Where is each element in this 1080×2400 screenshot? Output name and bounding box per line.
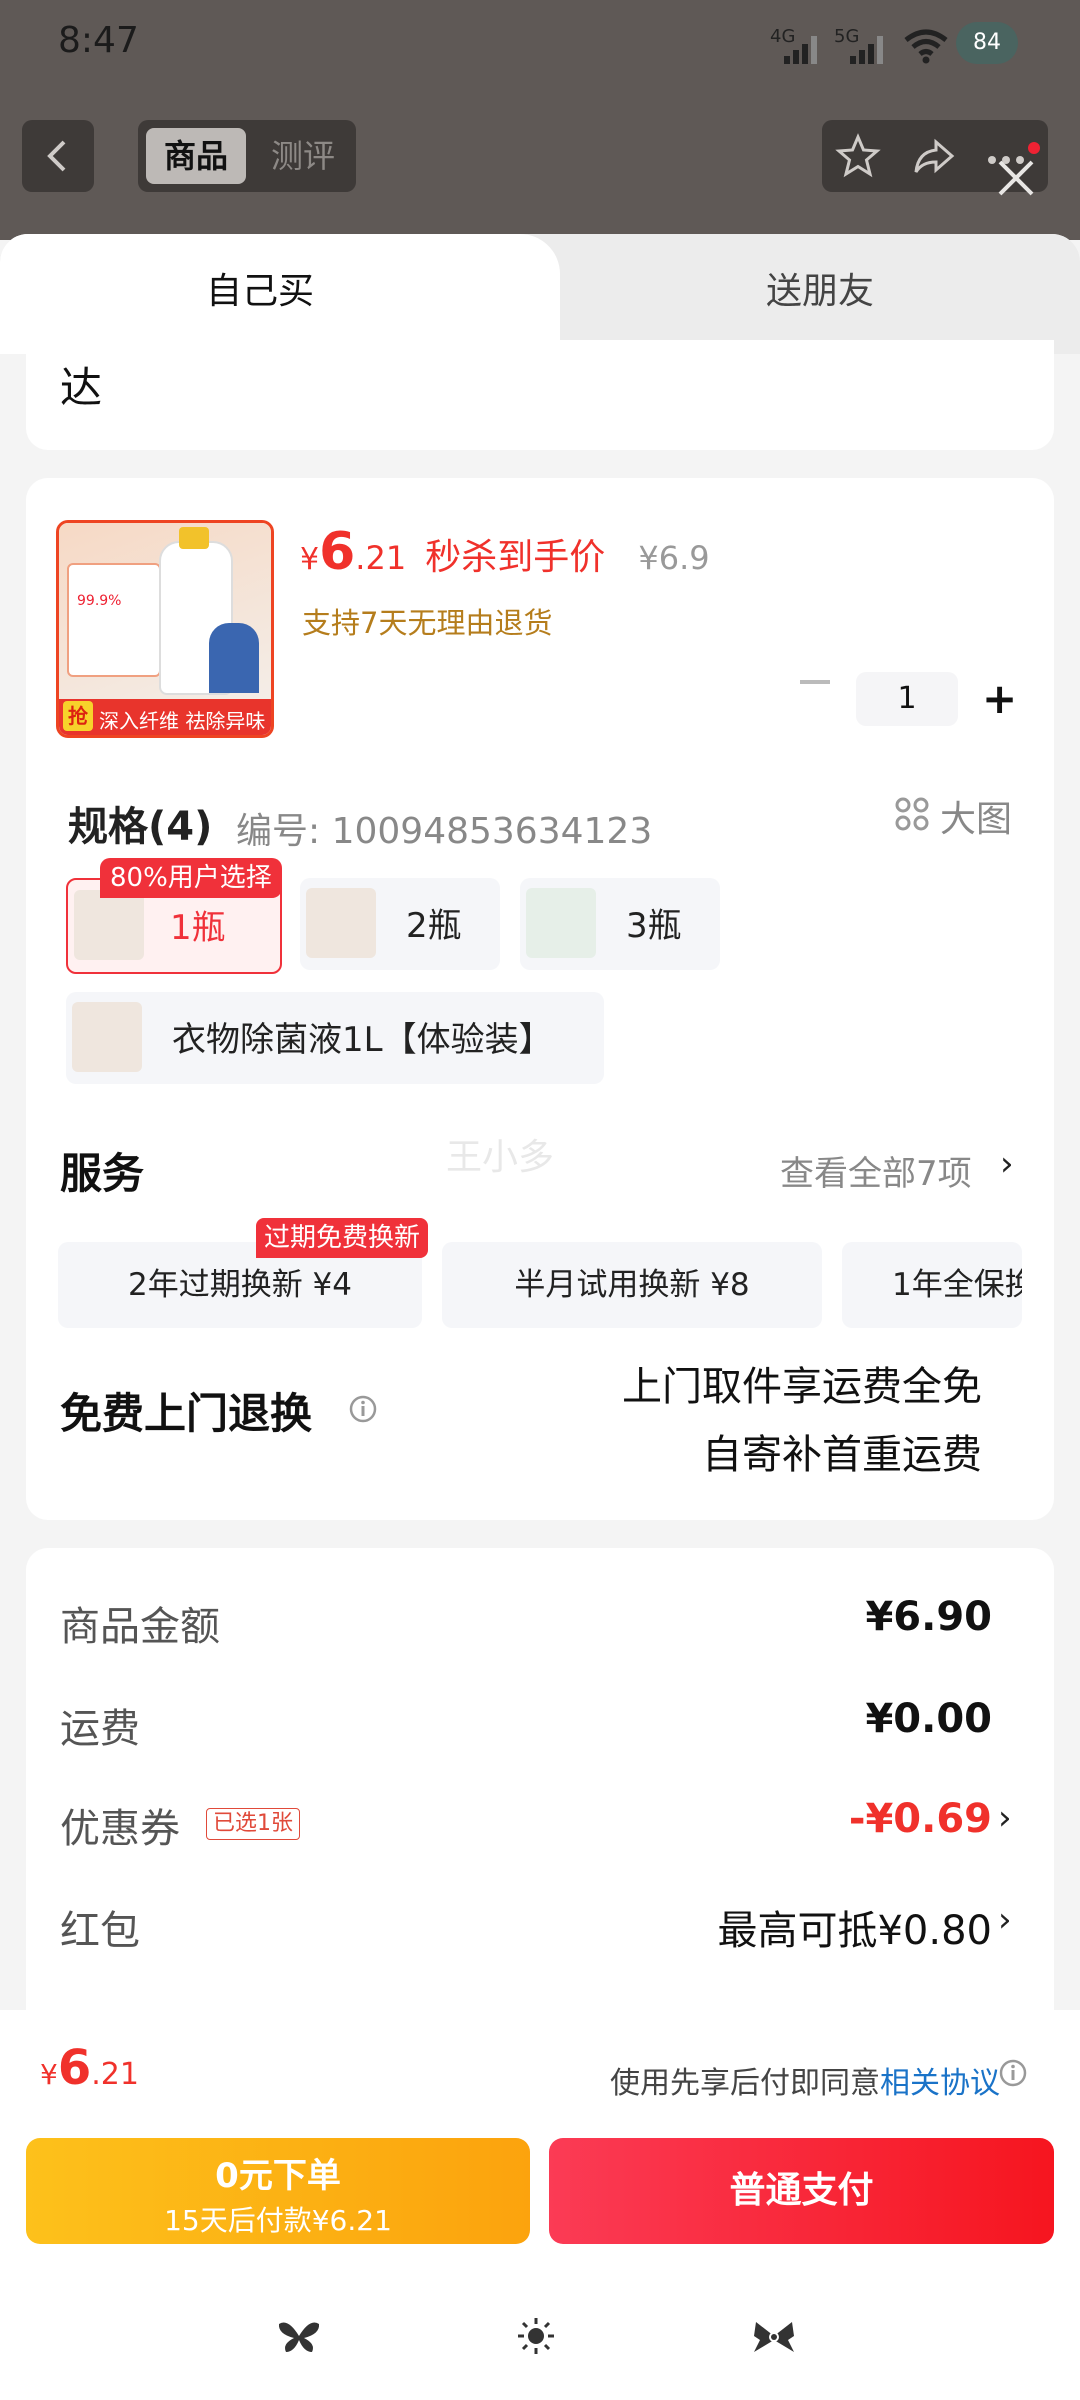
spec-option-2[interactable]: 2瓶 (300, 878, 500, 970)
thumb-grab-badge: 抢 (63, 701, 93, 731)
total-decimal: .21 (91, 2057, 139, 2092)
chevron-left-icon (47, 140, 66, 172)
battery-indicator: 84 (956, 22, 1018, 64)
price-label: 秒杀到手价 (425, 537, 606, 578)
total-currency: ¥ (40, 2058, 58, 2091)
coupon-label: 优惠券 (60, 1806, 180, 1852)
service-free-renew-badge: 过期免费换新 (256, 1218, 429, 1258)
close-icon[interactable] (988, 150, 1044, 206)
spec-title: 规格(4) (68, 804, 213, 850)
spec-option-label: 衣物除菌液1L【体验装】 (172, 1020, 553, 1060)
quantity-input[interactable]: 1 (856, 672, 958, 726)
original-price: ¥6.9 (638, 539, 710, 577)
service-chip-2[interactable]: 半月试用换新 ¥8 (442, 1242, 822, 1328)
spec-option-3[interactable]: 3瓶 (520, 878, 720, 970)
wifi-icon (904, 29, 948, 64)
coupon-value[interactable]: -¥0.69 (849, 1796, 992, 1842)
agreement-prefix: 使用先享后付即同意 (610, 2066, 880, 2101)
status-bar: 8:47 4G 5G 84 (0, 0, 1080, 90)
signal-icon (784, 36, 822, 64)
tab-review[interactable]: 测评 (258, 128, 348, 184)
product-thumbnail[interactable]: 99.9% 抢 深入纤维 祛除异味 (56, 520, 274, 738)
back-button[interactable] (22, 120, 94, 192)
share-icon[interactable] (910, 132, 958, 180)
tab-goods[interactable]: 商品 (146, 128, 246, 184)
spec-option-thumb (526, 888, 596, 958)
popular-choice-badge: 80%用户选择 (100, 858, 282, 898)
info-icon[interactable] (348, 1394, 378, 1424)
quantity-decrease-button[interactable] (800, 680, 830, 684)
tab-gift[interactable]: 送朋友 (620, 262, 1020, 314)
service-chip-3-label: 1年全保换新 (892, 1267, 1022, 1303)
chevron-right-icon[interactable]: › (998, 1798, 1012, 1838)
pay-later-button[interactable]: 0元下单 15天后付款¥6.21 (26, 2138, 530, 2244)
redpacket-value[interactable]: 最高可抵¥0.80 (717, 1898, 992, 1956)
tab-self-buy[interactable]: 自己买 (0, 234, 560, 354)
shipping-value: ¥0.00 (865, 1696, 992, 1742)
brightness-icon[interactable] (516, 2316, 556, 2356)
chevron-right-icon[interactable]: › (1000, 1144, 1014, 1184)
thumb-bubble: 99.9% (77, 593, 122, 609)
free-return-line1: 上门取件享运费全免 (622, 1364, 982, 1410)
watermark-text: 王小多 (446, 1137, 555, 1178)
agreement-text: 使用先享后付即同意相关协议 (610, 2058, 1000, 2102)
service-chip-3[interactable]: 1年全保换新 (842, 1242, 1022, 1328)
signal-icon-2 (850, 36, 888, 64)
tab-self-buy-label: 自己买 (205, 271, 314, 312)
price-line: ¥6.21 秒杀到手价 ¥6.9 (300, 522, 710, 582)
spec-option-thumb (72, 1002, 142, 1072)
bow-icon[interactable] (752, 2318, 796, 2356)
spec-option-thumb (74, 890, 144, 960)
total-price: ¥6.21 (40, 2040, 139, 2096)
spec-option-thumb (306, 888, 376, 958)
chevron-right-icon[interactable]: › (998, 1900, 1012, 1940)
spec-code: 编号: 10094853634123 (236, 811, 653, 852)
goods-amount-value: ¥6.90 (865, 1594, 992, 1640)
butterfly-icon[interactable] (276, 2316, 322, 2356)
spec-option-label: 2瓶 (406, 906, 462, 946)
thumb-caption: 深入纤维 祛除异味 (99, 709, 266, 733)
agreement-link[interactable]: 相关协议 (880, 2066, 1000, 2101)
service-view-all[interactable]: 查看全部7项 (780, 1146, 972, 1195)
address-text: 达 (60, 363, 103, 412)
address-card[interactable]: 达 (26, 340, 1054, 450)
page-segment-tabs: 商品 测评 (138, 120, 356, 192)
free-return-line2: 自寄补首重运费 (702, 1432, 982, 1478)
redpacket-label: 红包 (60, 1908, 140, 1954)
free-return-title: 免费上门退换 (60, 1389, 313, 1438)
big-image-link[interactable]: 大图 (940, 790, 1012, 842)
spec-option-4[interactable]: 衣物除菌液1L【体验装】 (66, 992, 604, 1084)
price-currency: ¥ (300, 542, 320, 577)
spec-option-label: 3瓶 (626, 906, 682, 946)
pay-later-subtitle: 15天后付款¥6.21 (164, 2204, 392, 2237)
service-title: 服务 (60, 1149, 145, 1198)
normal-pay-button[interactable]: 普通支付 (549, 2138, 1054, 2244)
price-decimal: .21 (355, 539, 407, 577)
info-icon[interactable] (998, 2058, 1028, 2088)
coupon-selected-tag: 已选1张 (206, 1808, 300, 1840)
status-time: 8:47 (58, 20, 139, 61)
pay-later-title: 0元下单 (215, 2156, 341, 2196)
return-policy: 支持7天无理由退货 (302, 606, 553, 640)
total-integer: 6 (57, 2040, 92, 2096)
grid-icon[interactable] (894, 796, 930, 832)
price-integer: 6 (319, 522, 356, 582)
shipping-label: 运费 (60, 1706, 140, 1752)
goods-amount-label: 商品金额 (60, 1604, 220, 1650)
spec-option-label: 1瓶 (170, 908, 226, 948)
favorite-star-icon[interactable] (834, 132, 882, 180)
sheet-tab-strip: 自己买 送朋友 (0, 234, 1080, 354)
quantity-increase-button[interactable]: + (982, 678, 1017, 720)
